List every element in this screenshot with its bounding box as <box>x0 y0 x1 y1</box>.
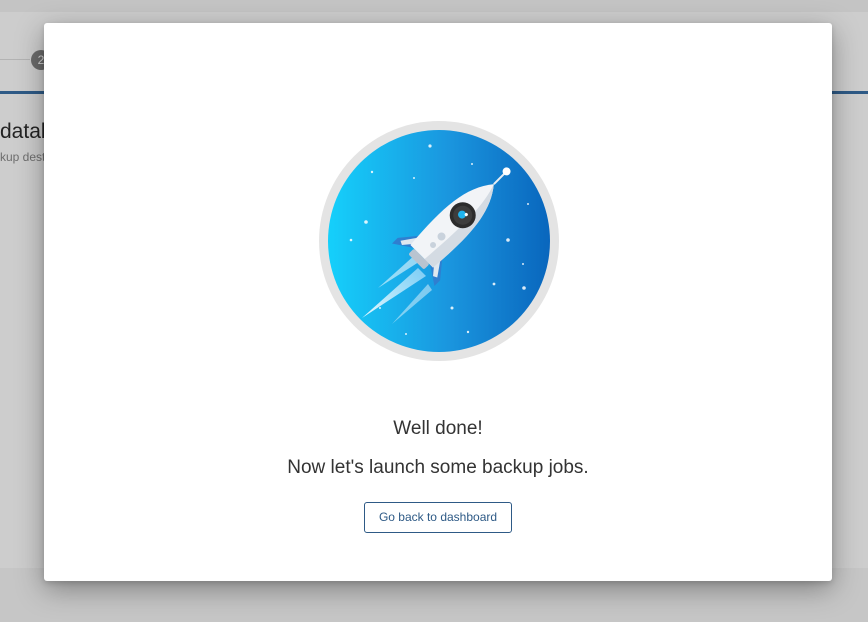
stepper-line <box>0 59 30 60</box>
success-modal: Well done! Now let's launch some backup … <box>44 23 832 581</box>
page: 2 datab kup dest Well done! Now let's la… <box>0 0 868 622</box>
rocket-launch-illustration <box>319 121 559 361</box>
modal-title: Well done! <box>393 418 483 439</box>
background-subheading: kup dest <box>0 150 46 164</box>
modal-message: Now let's launch some backup jobs. <box>287 457 589 478</box>
background-top-bar <box>0 0 868 12</box>
go-back-to-dashboard-button[interactable]: Go back to dashboard <box>364 502 512 533</box>
